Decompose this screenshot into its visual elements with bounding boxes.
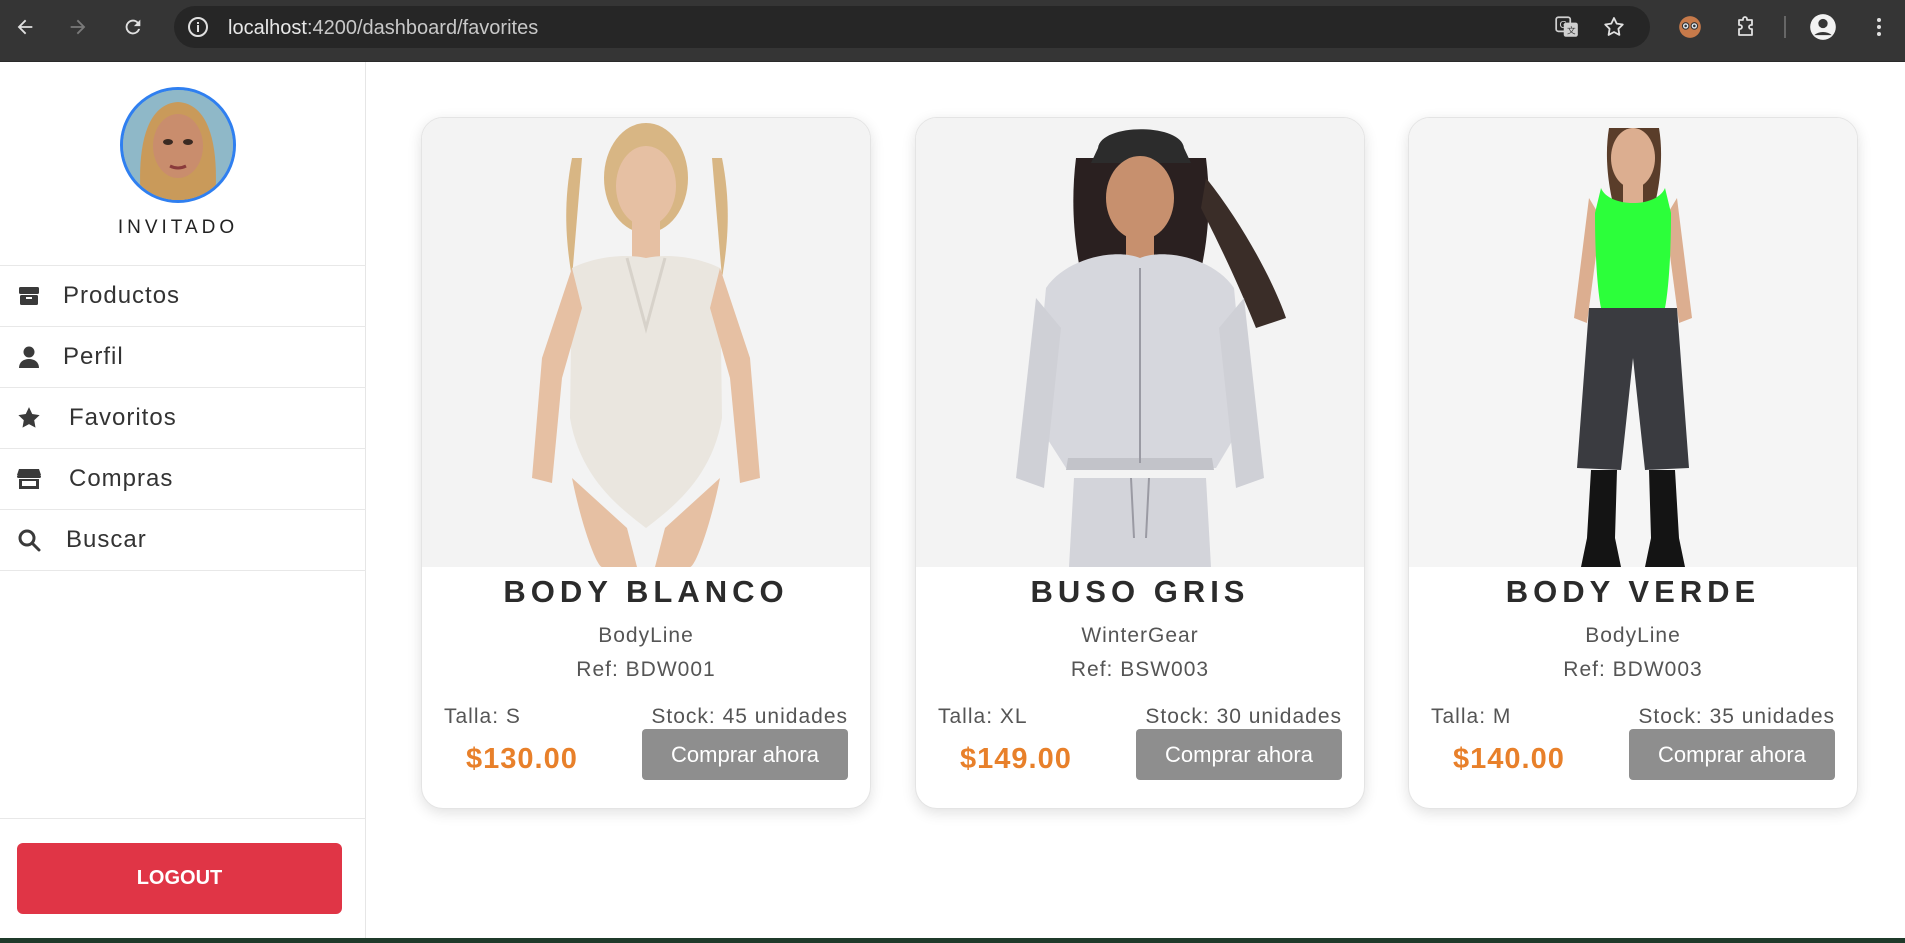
- bottom-border: [0, 938, 1905, 943]
- product-stock: Stock: 30 unidades: [1145, 705, 1342, 728]
- product-size: Talla: M: [1431, 705, 1512, 728]
- product-size: Talla: XL: [938, 705, 1028, 728]
- profile-icon[interactable]: [1808, 12, 1838, 42]
- product-stock: Stock: 45 unidades: [651, 705, 848, 728]
- url-text[interactable]: localhost:4200/dashboard/favorites: [228, 17, 538, 40]
- product-ref: Ref: BDW001: [576, 658, 716, 681]
- buy-now-button[interactable]: Comprar ahora: [1629, 729, 1835, 780]
- box-icon: [15, 282, 43, 310]
- product-card: BODY BLANCO BodyLine Ref: BDW001 Talla: …: [421, 117, 871, 809]
- product-ref: Ref: BDW003: [1563, 658, 1703, 681]
- bookmark-star-icon[interactable]: [1599, 12, 1629, 42]
- browser-toolbar: localhost:4200/dashboard/favorites G文: [0, 0, 1905, 62]
- search-icon: [15, 526, 43, 554]
- sidebar-menu: Productos Perfil Favoritos Compras Busca…: [0, 265, 366, 571]
- sidebar-item-label: Perfil: [63, 343, 124, 370]
- user-icon: [15, 343, 43, 371]
- product-brand: BodyLine: [598, 624, 694, 647]
- translate-icon[interactable]: G文: [1552, 12, 1582, 42]
- product-size: Talla: S: [444, 705, 521, 728]
- product-price: $140.00: [1453, 743, 1565, 775]
- sidebar-item-perfil[interactable]: Perfil: [0, 327, 366, 388]
- buy-now-button[interactable]: Comprar ahora: [1136, 729, 1342, 780]
- address-bar[interactable]: localhost:4200/dashboard/favorites: [174, 6, 1650, 48]
- avatar[interactable]: [120, 87, 236, 203]
- sidebar-item-favoritos[interactable]: Favoritos: [0, 388, 366, 449]
- sidebar-item-label: Compras: [69, 465, 174, 492]
- reload-icon[interactable]: [118, 12, 148, 42]
- sidebar-item-label: Productos: [63, 282, 181, 309]
- sidebar-item-label: Buscar: [66, 526, 147, 553]
- product-price: $130.00: [466, 743, 578, 775]
- sidebar-item-buscar[interactable]: Buscar: [0, 510, 366, 571]
- site-info-icon[interactable]: [186, 15, 210, 39]
- product-card: BODY VERDE BodyLine Ref: BDW003 Talla: M…: [1408, 117, 1858, 809]
- url-host: localhost: [228, 17, 307, 39]
- star-icon: [15, 404, 43, 432]
- more-menu-icon[interactable]: [1864, 12, 1894, 42]
- product-name: BODY VERDE: [1505, 574, 1761, 609]
- sidebar-item-label: Favoritos: [69, 404, 177, 431]
- product-image[interactable]: [916, 118, 1364, 567]
- product-image[interactable]: [1409, 118, 1857, 567]
- sidebar-item-compras[interactable]: Compras: [0, 449, 366, 510]
- product-brand: BodyLine: [1585, 624, 1681, 647]
- url-path: :4200/dashboard/favorites: [306, 17, 539, 39]
- product-name: BODY BLANCO: [503, 574, 789, 609]
- product-brand: WinterGear: [1081, 624, 1199, 647]
- logout-button[interactable]: LOGOUT: [17, 843, 342, 914]
- back-arrow-icon[interactable]: [10, 12, 40, 42]
- product-image[interactable]: [422, 118, 870, 567]
- extension-avatar-icon[interactable]: [1675, 12, 1705, 42]
- sidebar-divider: [0, 818, 366, 819]
- buy-now-button[interactable]: Comprar ahora: [642, 729, 848, 780]
- product-stock: Stock: 35 unidades: [1638, 705, 1835, 728]
- product-price: $149.00: [960, 743, 1072, 775]
- forward-arrow-icon[interactable]: [63, 12, 93, 42]
- sidebar-item-productos[interactable]: Productos: [0, 266, 366, 327]
- product-ref: Ref: BSW003: [1070, 658, 1210, 681]
- product-name: BUSO GRIS: [1030, 574, 1250, 609]
- store-icon: [15, 465, 43, 493]
- extensions-puzzle-icon[interactable]: [1731, 12, 1761, 42]
- toolbar-separator: [1784, 16, 1786, 38]
- sidebar: INVITADO Productos Perfil Favoritos Comp…: [0, 62, 366, 938]
- svg-text:文: 文: [1567, 25, 1576, 37]
- username: INVITADO: [117, 217, 239, 238]
- product-card: BUSO GRIS WinterGear Ref: BSW003 Talla: …: [915, 117, 1365, 809]
